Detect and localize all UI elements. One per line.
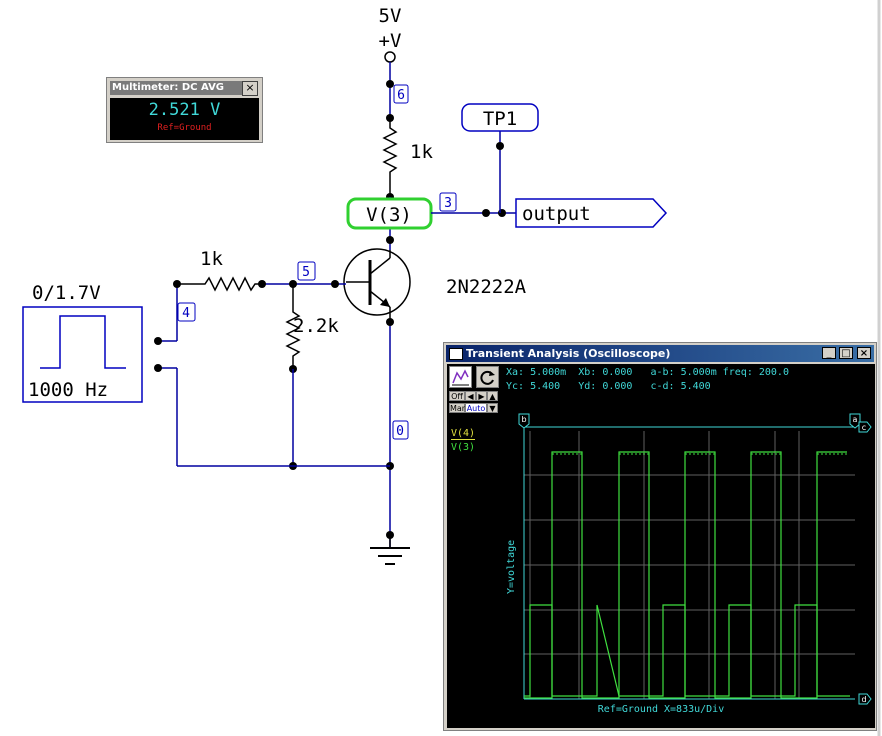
bias-resistor-label: 2.2k [293, 315, 339, 337]
source-amplitude-label: 0/1.7V [32, 282, 101, 304]
svg-text:c: c [862, 423, 866, 432]
trace-v4 [524, 604, 850, 697]
multimeter-title: Multimeter: DC AVG [110, 81, 246, 95]
multimeter-display: 2.521 V Ref=Ground [110, 98, 259, 140]
node-dot [482, 209, 490, 217]
node-dot [173, 280, 181, 288]
transistor-label: 2N2222A [446, 276, 527, 298]
cursor-b-marker[interactable]: b [518, 413, 530, 429]
supply-terminal[interactable] [384, 51, 396, 63]
node-dot [331, 280, 339, 288]
base-resistor-label: 1k [200, 248, 223, 270]
collector-resistor-label: 1k [410, 141, 433, 163]
svg-text:a: a [853, 415, 858, 424]
node-dot [386, 318, 394, 326]
supply-voltage-label: 5V [379, 5, 402, 27]
minimize-button[interactable]: _ [822, 347, 836, 359]
scope-grid [524, 431, 855, 699]
multimeter-value: 2.521 V [148, 100, 221, 120]
node-dot [386, 114, 394, 122]
node-dot [498, 209, 506, 217]
node-dot [496, 142, 504, 150]
svg-text:d: d [861, 695, 866, 704]
node-label-6-text: 6 [397, 88, 405, 103]
node-dot [386, 80, 394, 88]
node-dot [154, 337, 162, 345]
transistor-2n2222a[interactable] [343, 248, 411, 322]
multimeter-window[interactable]: Multimeter: DC AVG × 2.521 V Ref=Ground [106, 77, 263, 143]
multimeter-close-button[interactable]: × [242, 81, 258, 96]
oscilloscope-title: Transient Analysis (Oscilloscope) [466, 347, 671, 360]
oscilloscope-window[interactable]: Transient Analysis (Oscilloscope) _ □ × … [443, 342, 877, 731]
node-label-3-text: 3 [444, 196, 452, 211]
voltage-probe-label: V(3) [366, 204, 412, 226]
collector-resistor[interactable] [382, 118, 398, 197]
cursor-c-marker[interactable]: c [858, 421, 872, 433]
node-dot [258, 280, 266, 288]
svg-text:b: b [521, 415, 526, 424]
node-label-0-text: 0 [396, 424, 404, 439]
base-resistor[interactable] [177, 276, 262, 292]
oscilloscope-titlebar[interactable]: Transient Analysis (Oscilloscope) _ □ × [446, 345, 874, 362]
node-label-5-text: 5 [302, 265, 310, 280]
close-button[interactable]: × [857, 347, 871, 359]
scope-plot[interactable]: b a c d [447, 364, 875, 728]
node-dot [154, 364, 162, 372]
node-label-4-text: 4 [182, 306, 190, 321]
cursor-d-marker[interactable]: d [858, 693, 872, 705]
oscilloscope-screen[interactable]: Off ◀ ▶ ▲ Man Auto ▼ Xa: 5.000m Xb: 0.00… [447, 364, 875, 728]
window-icon [449, 348, 463, 360]
ground-symbol[interactable] [370, 535, 410, 565]
source-frequency-label: 1000 Hz [28, 379, 108, 401]
maximize-button[interactable]: □ [839, 347, 853, 359]
output-port-label: output [522, 203, 591, 225]
supply-symbol-label: +V [379, 30, 402, 52]
node-dot [386, 236, 394, 244]
testpoint-tp1-label: TP1 [483, 108, 517, 130]
multimeter-ref: Ref=Ground [157, 123, 212, 133]
